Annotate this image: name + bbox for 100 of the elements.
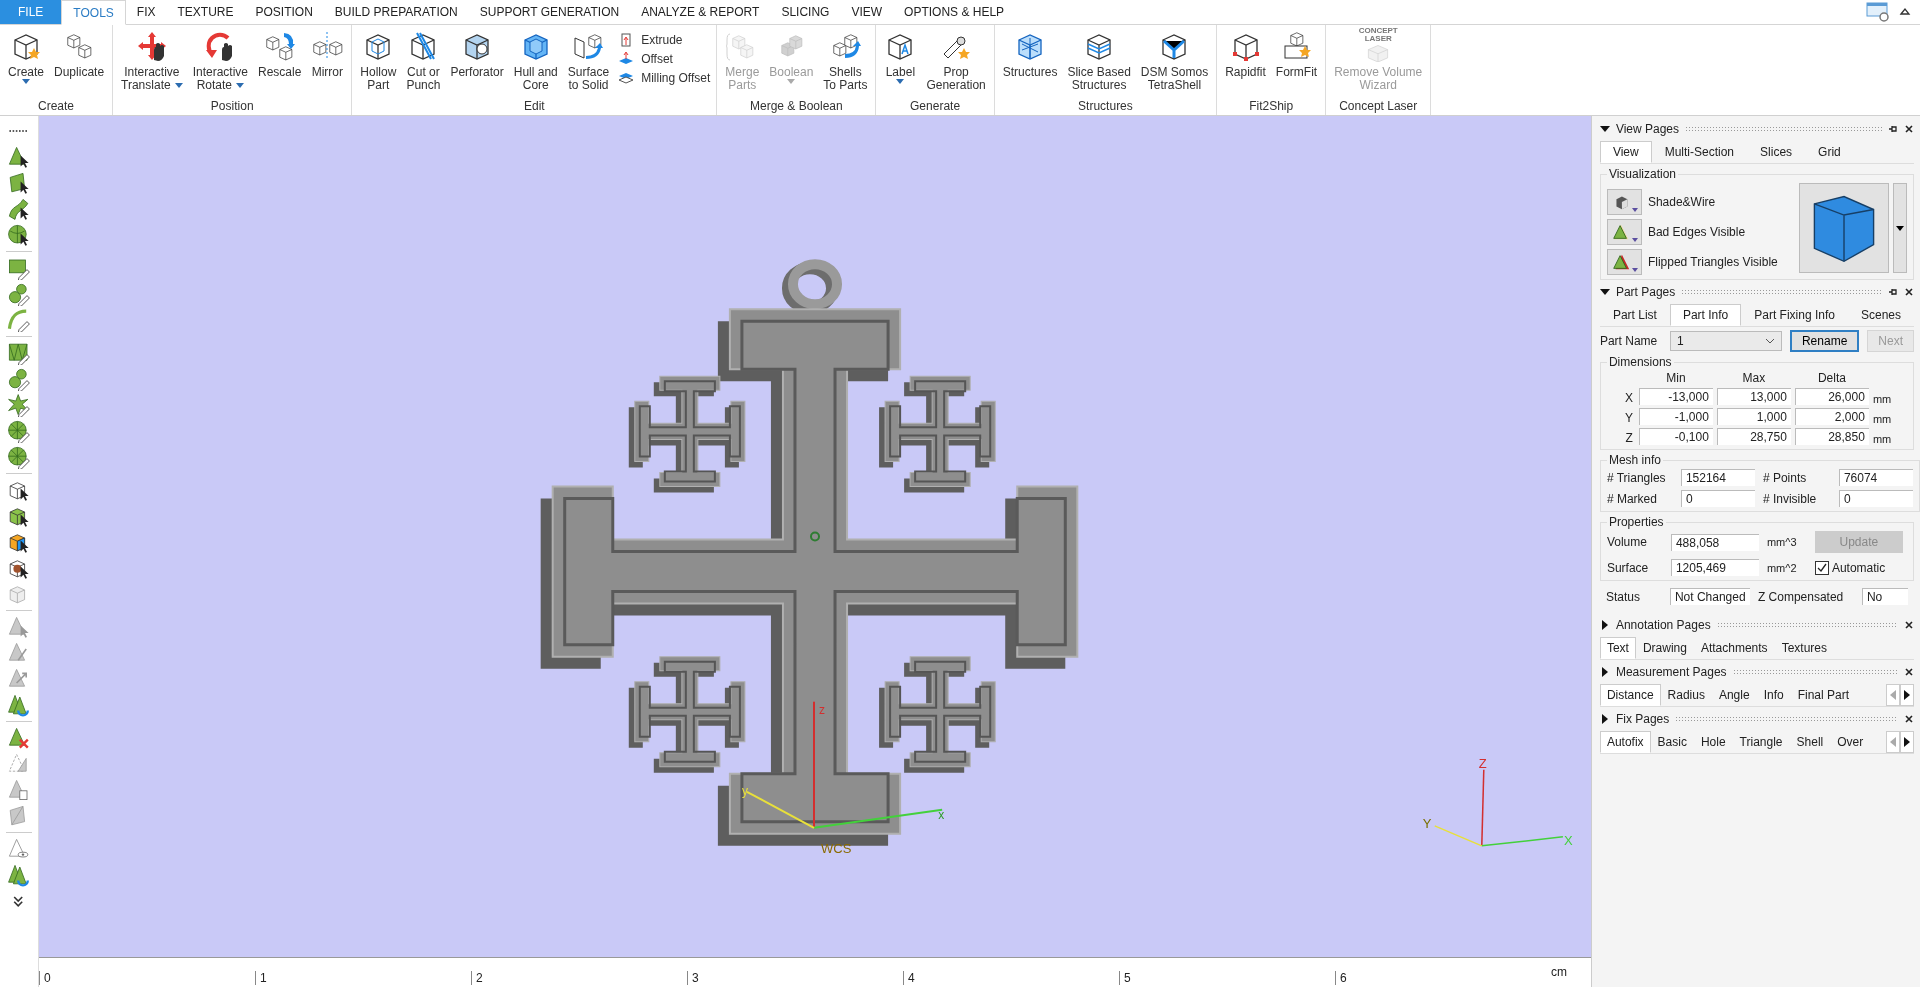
menu-tab[interactable]: FIX [125,0,167,24]
ribbon-button[interactable]: Prop Generation [922,27,990,92]
section-toggle-icon[interactable] [1599,714,1610,724]
value-field[interactable]: 26,000 [1794,388,1869,405]
value-field[interactable]: 76074 [1838,469,1913,486]
ribbon-button[interactable]: Hollow Part [356,27,401,92]
section-toggle-icon[interactable] [1599,124,1610,134]
page-tab[interactable]: Part List [1599,304,1670,326]
page-tab[interactable]: Attachments [1693,637,1775,659]
value-field[interactable]: -0,100 [1638,428,1713,445]
wheel-pencil-icon[interactable] [5,445,32,469]
page-tab[interactable]: Distance [1599,684,1661,706]
section-toggle-icon[interactable] [1599,287,1610,297]
close-icon[interactable] [1904,714,1914,724]
ribbon-button[interactable]: FormFit [1271,27,1322,79]
page-tab[interactable]: Scenes [1847,304,1914,326]
ribbon-button[interactable]: Mirror [307,27,348,79]
menu-tab[interactable]: BUILD PREPARATION [323,0,469,24]
ribbon-button[interactable]: Milling Offset [615,69,713,87]
option-button[interactable] [1606,189,1642,215]
page-tab[interactable]: Part Info [1669,304,1742,326]
page-tab[interactable]: Multi-Section [1651,141,1748,163]
ribbon-button[interactable]: Cut or Punch [402,27,445,92]
menu-tab[interactable]: ANALYZE & REPORT [630,0,771,24]
page-tab[interactable]: Text [1599,637,1636,659]
ribbon-button[interactable]: DSM Somos TetraShell [1136,27,1213,92]
part-name-dropdown[interactable]: 1 [1669,331,1782,351]
ribbon-button[interactable]: Offset [615,50,713,68]
triangles-refresh-icon[interactable] [5,863,32,887]
page-tab[interactable]: Drawing [1635,637,1694,659]
window-settings-icon[interactable] [1866,2,1890,22]
view-cube-button[interactable] [1799,183,1889,273]
page-tab[interactable]: Basic [1650,731,1694,753]
ribbon-button[interactable]: Shells To Parts [819,27,872,92]
menu-tab[interactable]: OPTIONS & HELP [893,0,1016,24]
page-tab[interactable]: Grid [1805,141,1854,163]
pin-icon[interactable] [1888,287,1898,297]
page-tab[interactable]: View [1599,141,1652,163]
menu-tab[interactable]: TEXTURE [166,0,245,24]
ribbon-button[interactable]: Label [880,27,921,84]
tab-scroll-buttons[interactable] [1886,731,1914,753]
value-field[interactable]: -13,000 [1638,388,1713,405]
page-tab[interactable]: Textures [1774,637,1834,659]
ribbon-button[interactable]: Create [4,27,49,84]
value-field[interactable]: 0 [1680,490,1755,507]
value-field[interactable]: 0 [1838,490,1913,507]
menu-tab[interactable]: TOOLS [61,0,126,25]
ribbon-button[interactable]: Slice Based Structures [1063,27,1135,92]
close-icon[interactable] [1904,287,1914,297]
page-tab[interactable]: Part Fixing Info [1741,304,1848,326]
option-button[interactable] [1606,219,1642,245]
ribbon-button[interactable]: Duplicate [50,27,109,79]
value-field[interactable]: 28,750 [1716,428,1791,445]
value-field[interactable]: 13,000 [1716,388,1791,405]
value-field[interactable]: 1205,469 [1670,559,1759,576]
curve-pencil-icon[interactable] [5,308,32,332]
page-tab[interactable]: Autofix [1599,731,1651,753]
value-field[interactable]: 2,000 [1794,408,1869,425]
value-field[interactable]: Not Changed [1669,588,1750,605]
page-tab[interactable]: Slices [1747,141,1806,163]
menu-tab[interactable]: VIEW [840,0,894,24]
right-arrow-icon[interactable] [1904,690,1910,700]
value-field[interactable]: No [1861,588,1908,605]
ribbon-button[interactable]: Structures [998,27,1062,79]
value-field[interactable]: 28,850 [1794,428,1869,445]
section-toggle-icon[interactable] [1599,667,1610,677]
page-tab[interactable]: Triangle [1732,731,1790,753]
value-field[interactable]: 1,000 [1716,408,1791,425]
ribbon-button[interactable]: Perforator [446,27,508,79]
ribbon-button[interactable]: Surface to Solid [563,27,614,92]
ribbon-button[interactable]: Hull and Core [509,27,562,92]
page-tab[interactable]: Info [1756,684,1791,706]
close-icon[interactable] [1904,620,1914,630]
right-arrow-icon[interactable] [1904,737,1910,747]
ribbon-button[interactable]: Interactive Translate [117,27,187,92]
pin-icon[interactable] [1888,124,1898,134]
checkbox[interactable] [1814,560,1829,575]
section-toggle-icon[interactable] [1599,620,1610,630]
menu-tab[interactable]: SLICING [770,0,841,24]
option-button[interactable] [1606,249,1642,275]
page-tab[interactable]: Hole [1693,731,1733,753]
value-field[interactable]: 488,058 [1670,533,1759,551]
panel-button[interactable]: Rename [1789,330,1860,352]
star-pencil-icon[interactable] [5,393,32,417]
ribbon-button[interactable]: Extrude [615,31,713,49]
value-field[interactable]: -1,000 [1638,408,1713,425]
wheel-pencil-icon[interactable] [5,419,32,443]
value-field[interactable]: 152164 [1680,469,1755,486]
page-tab[interactable]: Final Part [1790,684,1856,706]
close-icon[interactable] [1904,667,1914,677]
tab-scroll-buttons[interactable] [1886,684,1914,706]
page-tab[interactable]: Shell [1789,731,1831,753]
menu-tab[interactable]: POSITION [244,0,324,24]
ribbon-button[interactable]: Rescale [254,27,306,79]
page-tab[interactable]: Over [1830,731,1871,753]
page-tab[interactable]: Angle [1711,684,1757,706]
page-tab[interactable]: Radius [1660,684,1712,706]
triangles-refresh-icon[interactable] [5,693,32,717]
close-icon[interactable] [1904,124,1914,134]
menu-tab[interactable]: SUPPORT GENERATION [468,0,631,24]
